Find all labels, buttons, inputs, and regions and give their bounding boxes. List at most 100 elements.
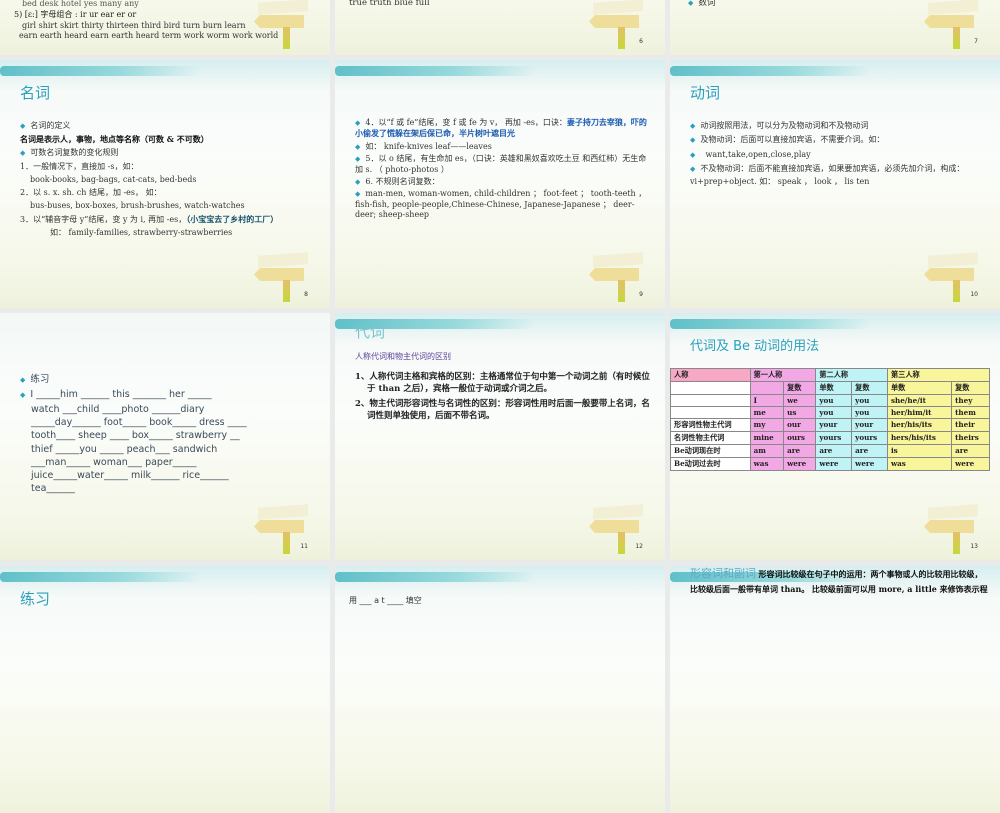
slide-title: 动词	[690, 84, 721, 102]
line: book-books, bag-bags, cat-cats, bed-beds	[30, 174, 197, 184]
table-cell: 单数	[886, 381, 953, 395]
table-cell: you	[815, 394, 853, 407]
table-cell: yours	[851, 431, 888, 445]
slide-9[interactable]: ◆ 4．以“f 或 fe”结尾，变 f 或 fe 为 v， 再加 -es，口诀：妻…	[335, 60, 665, 308]
line: （小宝宝去了乡村的工厂）	[186, 213, 279, 224]
diamond-bullet-icon: ◆	[20, 148, 26, 157]
slide-5[interactable]: bed desk hotel yes many any 5) [ɛ:] 字母组合…	[0, 0, 330, 55]
slide-7[interactable]: ◆ 数词 7	[670, 0, 1000, 55]
line: 不及物动词：后面不能直接加宾语，如果要加宾语，必须先加介词，构成： vi+pre…	[690, 164, 965, 186]
line: man-men, woman-women, child-children ； f…	[355, 189, 647, 220]
slide-13[interactable]: 代词及 Be 动词的用法 人称 第一人称 第二人称 第三人称 复数 单数 复数 …	[670, 313, 1000, 560]
signpost-icon	[252, 0, 308, 49]
table-row: 名词性物主代词 mine ours yours yours hers/his/its the…	[670, 431, 990, 445]
line: 2．以 s. x. sh. ch 结尾，加 -es， 如：	[20, 188, 162, 198]
line: 1、人称代词主格和宾格的区别：主格通常位于句中第一个动词之前（有时候位于 tha…	[355, 372, 650, 395]
line: want,take,open,close,play	[705, 149, 811, 159]
slide-title: 代词及 Be 动词的用法	[690, 339, 820, 354]
diamond-bullet-icon: ◆	[355, 119, 361, 127]
line: 5) [ɛ:] 字母组合 : ir ur ear er or	[14, 9, 137, 19]
diamond-bullet-icon: ◆	[355, 177, 361, 186]
line: 人称代词和物主代词的区别	[355, 352, 451, 361]
line: 用 ___ a t ____ 填空	[349, 596, 422, 605]
line: 数词	[698, 0, 716, 8]
diamond-bullet-icon: ◆	[355, 142, 361, 151]
slide-8[interactable]: 名词 ◆ 名词的定义 名词是表示人，事物，地点等名称（可数 & 不可数） ◆ 可数名…	[0, 60, 330, 308]
table-header: 第三人称	[886, 368, 991, 382]
diamond-bullet-icon: ◆	[690, 136, 696, 145]
signpost-icon	[587, 250, 643, 302]
table-cell: me	[749, 406, 785, 419]
signpost-icon	[587, 0, 643, 49]
table-cell: were	[851, 457, 888, 471]
table-cell: she/he/it	[886, 394, 953, 407]
line: 2、物主代词形容词性与名词性的区别：形容词性用时后面一般要带上名词，名词性则单独…	[355, 398, 650, 421]
table-cell: was	[886, 457, 953, 471]
slide-14[interactable]: 练习	[0, 566, 330, 813]
page-number: 11	[300, 543, 308, 550]
line: I _____him ______ this _______ her _____	[30, 389, 212, 401]
signpost-icon	[922, 0, 978, 49]
table-cell: is	[886, 444, 953, 458]
page-number: 12	[635, 543, 643, 550]
diamond-bullet-icon: ◆	[688, 0, 694, 7]
line: bus-buses, box-boxes, brush-brushes, wat…	[30, 201, 245, 211]
line: 名词的定义	[30, 121, 71, 130]
slide-16[interactable]: 形容词和副词 形容词比较级在句子中的运用：两个事物或人的比较用比较级，比较级后面…	[670, 566, 1000, 813]
table-row: 形容词性物主代词 my our your your her/his/its their	[670, 418, 990, 432]
table-cell: 复数	[783, 381, 817, 395]
diamond-bullet-icon: ◆	[355, 155, 361, 164]
table-row: me us you you her/him/it them	[670, 406, 990, 419]
table-cell: 复数	[851, 381, 888, 395]
slide-title: 形容词和副词	[690, 567, 756, 580]
table-cell: them	[951, 406, 990, 419]
line: 如： family-families, strawberry-strawberr…	[50, 227, 233, 237]
table-cell: are	[851, 444, 888, 458]
table-cell: your	[815, 418, 853, 432]
line: thief _____you _____ peach___ sandwich	[31, 443, 218, 455]
diamond-bullet-icon: ◆	[20, 391, 26, 400]
table-cell: yours	[815, 431, 853, 445]
line: 6. 不规则名词复数：	[365, 176, 440, 186]
table-cell: are	[951, 444, 990, 458]
page-number: 7	[974, 38, 978, 45]
table-row: Be动词现在时 am are are are is are	[670, 444, 990, 458]
line: earn earth heard earn earth heard term w…	[19, 31, 279, 41]
line: 动词按照用法，可以分为及物动词和不及物动词	[700, 121, 869, 130]
line: watch ___child ____photo ______diary	[31, 404, 205, 416]
table-cell: we	[783, 394, 817, 407]
table-cell: my	[749, 418, 785, 432]
slide-title: 代词	[355, 323, 386, 341]
table-header: 第一人称	[749, 368, 817, 382]
table-cell: you	[851, 394, 888, 407]
pronoun-table: 人称 第一人称 第二人称 第三人称 复数 单数 复数 单数 复数 Iwe you y…	[670, 368, 991, 471]
table-cell: Be动词过去时	[670, 457, 751, 471]
table-cell: Be动词现在时	[670, 444, 751, 458]
slide-11[interactable]: ◆ 练习 ◆ I _____him ______ this _______ her …	[0, 313, 330, 560]
slide-10[interactable]: 动词 ◆ 动词按照用法，可以分为及物动词和不及物动词 ◆ 及物动词：后面可以直接加宾…	[670, 60, 1000, 308]
table-cell: are	[815, 444, 853, 458]
table-cell: 名词性物主代词	[670, 431, 751, 445]
line: 名词是表示人，事物，地点等名称（可数 & 不可数）	[20, 133, 209, 144]
page-number: 6	[639, 38, 643, 45]
line: juice_____water_____ milk______ rice____…	[31, 469, 229, 481]
slide-title: 练习	[20, 590, 51, 608]
diamond-bullet-icon: ◆	[690, 122, 696, 130]
table-cell	[670, 381, 751, 395]
line: 4．以“f 或 fe”结尾，变 f 或 fe 为 v， 再加 -es，口诀：	[365, 118, 567, 127]
table-cell: are	[783, 444, 817, 458]
slide-6[interactable]: true truth blue full 6	[335, 0, 665, 55]
diamond-bullet-icon: ◆	[355, 190, 361, 199]
table-cell: am	[749, 444, 785, 458]
table-cell: theirs	[951, 431, 990, 445]
table-cell: mine	[749, 431, 785, 445]
table-cell: us	[783, 406, 817, 419]
table-row: Be动词过去时 was were were were was were	[670, 457, 990, 471]
line: 可数名词复数的变化规则	[30, 147, 119, 157]
table-cell: you	[815, 406, 853, 419]
table-cell: 单数	[815, 381, 853, 395]
slide-12[interactable]: 代词 人称代词和物主代词的区别 1、人称代词主格和宾格的区别：主格通常位于句中第…	[335, 313, 665, 560]
line: true truth blue full	[349, 0, 430, 8]
table-cell: were	[815, 457, 853, 471]
slide-15[interactable]: 用 ___ a t ____ 填空	[335, 566, 665, 813]
